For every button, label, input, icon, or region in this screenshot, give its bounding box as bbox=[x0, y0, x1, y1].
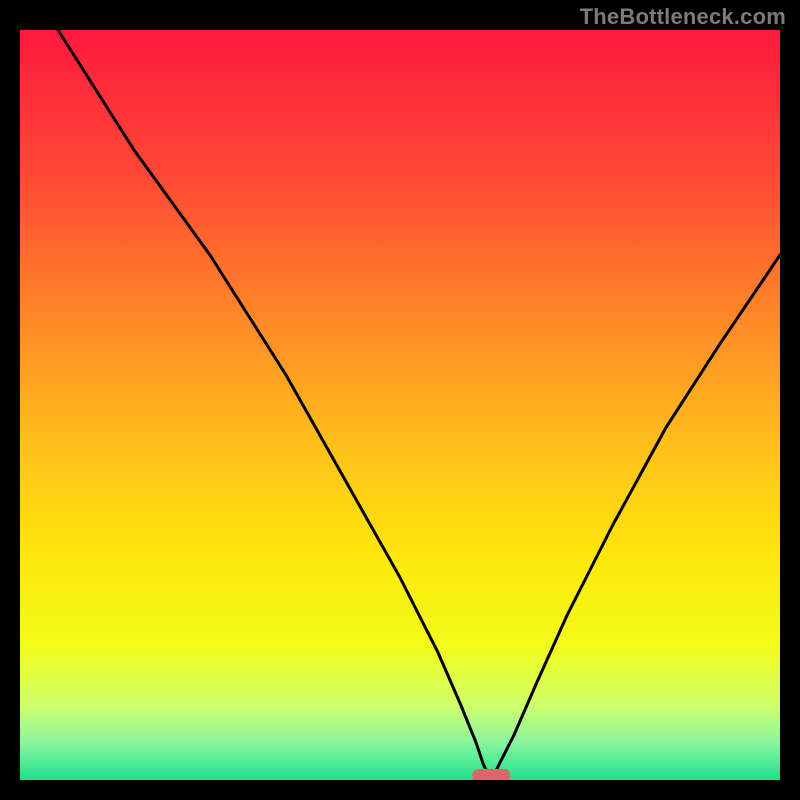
watermark-text: TheBottleneck.com bbox=[580, 4, 786, 30]
plot-area bbox=[20, 30, 780, 780]
optimal-marker bbox=[472, 769, 510, 780]
chart-background bbox=[20, 30, 780, 780]
chart-svg bbox=[20, 30, 780, 780]
chart-frame: TheBottleneck.com bbox=[0, 0, 800, 800]
